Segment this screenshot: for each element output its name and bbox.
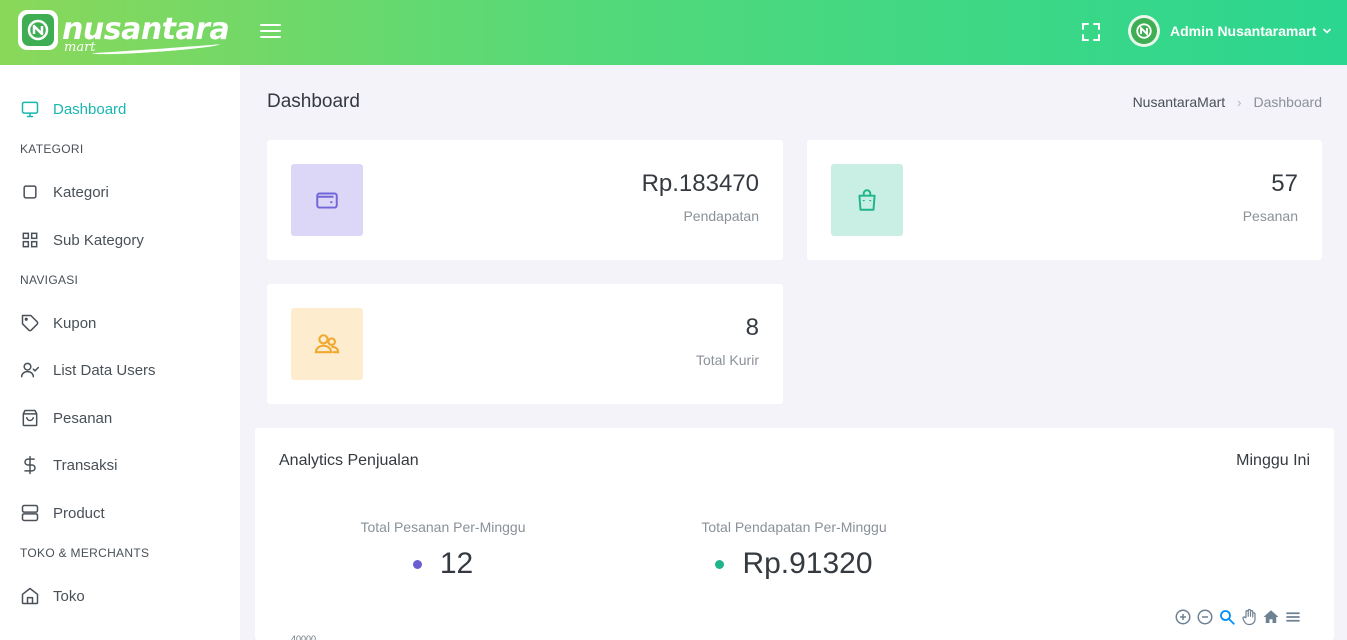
stat-label: Total Kurir bbox=[695, 352, 759, 368]
breadcrumb: NusantaraMart › Dashboard bbox=[1133, 94, 1322, 110]
brand-logo[interactable]: nusantara mart bbox=[18, 10, 230, 57]
stat-label: Pesanan bbox=[1242, 208, 1298, 224]
sidebar-item-dashboard[interactable]: Dashboard bbox=[20, 99, 126, 119]
home-icon bbox=[21, 587, 39, 605]
sidebar-item-transaksi[interactable]: Transaksi bbox=[20, 455, 117, 475]
stat-value: 8 bbox=[745, 314, 759, 341]
sidebar-section-toko: TOKO & MERCHANTS bbox=[20, 546, 150, 560]
y-axis-tick: 40000 bbox=[291, 634, 317, 640]
square-icon bbox=[23, 185, 37, 199]
metric-value: 12 bbox=[439, 547, 474, 580]
selection-zoom-icon[interactable] bbox=[1218, 608, 1236, 626]
top-header: nusantara mart Admin Nusantaramart bbox=[0, 0, 1347, 65]
sidebar-item-label: Kategori bbox=[53, 183, 109, 201]
sidebar-item-sub-kategory[interactable]: Sub Kategory bbox=[20, 230, 144, 250]
sidebar-item-label: Kupon bbox=[53, 314, 97, 332]
hamburger-icon bbox=[260, 24, 281, 26]
zoom-out-icon[interactable] bbox=[1196, 608, 1214, 626]
chevron-right-icon: › bbox=[1237, 94, 1242, 110]
period-dropdown[interactable]: Minggu Ini bbox=[1236, 452, 1310, 470]
tag-icon bbox=[21, 314, 39, 332]
sidebar: Dashboard KATEGORI Kategori Sub Kategory… bbox=[0, 65, 240, 640]
stat-value: 57 bbox=[1271, 170, 1298, 197]
users-icon bbox=[291, 308, 363, 380]
sidebar-item-label: Product bbox=[53, 504, 105, 522]
sidebar-item-label: Pesanan bbox=[53, 409, 113, 427]
metric-label: Total Pendapatan Per-Minggu bbox=[701, 519, 887, 535]
metric-total-pesanan: Total Pesanan Per-Minggu 12 bbox=[350, 519, 536, 581]
sidebar-item-toko[interactable]: Toko bbox=[20, 586, 85, 606]
brand-sub: mart bbox=[64, 40, 96, 55]
stat-card-kurir: 8 Total Kurir bbox=[267, 284, 783, 404]
chevron-down-icon bbox=[1323, 28, 1332, 34]
monitor-icon bbox=[21, 101, 39, 118]
sidebar-item-label: Sub Kategory bbox=[53, 231, 144, 249]
stat-card-pesanan: 57 Pesanan bbox=[807, 140, 1322, 260]
user-check-icon bbox=[20, 362, 40, 378]
sidebar-item-pesanan[interactable]: Pesanan bbox=[20, 408, 112, 428]
sidebar-item-list-data-users[interactable]: List Data Users bbox=[20, 360, 156, 380]
pan-hand-icon[interactable] bbox=[1240, 608, 1258, 626]
wallet-icon bbox=[291, 164, 363, 236]
metric-value: Rp.91320 bbox=[742, 547, 873, 580]
avatar bbox=[1128, 15, 1160, 47]
chart-toolbar bbox=[1170, 608, 1302, 626]
user-menu[interactable]: Admin Nusantaramart bbox=[1128, 15, 1332, 47]
sidebar-item-label: Dashboard bbox=[53, 100, 127, 118]
server-icon bbox=[21, 504, 39, 522]
breadcrumb-current: Dashboard bbox=[1253, 94, 1323, 110]
analytics-card: Analytics Penjualan Minggu Ini Total Pes… bbox=[255, 428, 1334, 640]
shopping-bag-icon bbox=[831, 164, 903, 236]
sidebar-item-label: Transaksi bbox=[53, 456, 118, 474]
logo-mark-icon bbox=[18, 10, 58, 50]
menu-toggle-button[interactable] bbox=[258, 20, 282, 44]
fullscreen-icon bbox=[1082, 23, 1100, 41]
stat-card-pendapatan: Rp.183470 Pendapatan bbox=[267, 140, 783, 260]
stat-value: Rp.183470 bbox=[641, 170, 759, 197]
sidebar-item-kategori[interactable]: Kategori bbox=[20, 182, 109, 202]
shopping-bag-icon bbox=[22, 409, 38, 427]
sidebar-item-kupon[interactable]: Kupon bbox=[20, 313, 96, 333]
sidebar-item-label: Toko bbox=[53, 587, 85, 605]
sidebar-section-kategori: KATEGORI bbox=[20, 142, 84, 156]
sidebar-section-navigasi: NAVIGASI bbox=[20, 273, 79, 287]
metric-total-pendapatan: Total Pendapatan Per-Minggu Rp.91320 bbox=[691, 519, 897, 581]
fullscreen-button[interactable] bbox=[1079, 20, 1103, 44]
page-title: Dashboard bbox=[267, 91, 360, 112]
legend-dot bbox=[412, 559, 422, 569]
analytics-title: Analytics Penjualan bbox=[279, 452, 419, 469]
reset-home-icon[interactable] bbox=[1262, 608, 1280, 626]
sidebar-item-label: List Data Users bbox=[53, 361, 156, 379]
user-name: Admin Nusantaramart bbox=[1170, 23, 1317, 39]
sidebar-item-product[interactable]: Product bbox=[20, 503, 105, 523]
grid-icon bbox=[22, 232, 38, 248]
metric-label: Total Pesanan Per-Minggu bbox=[360, 519, 526, 535]
legend-dot bbox=[715, 559, 725, 569]
stat-label: Pendapatan bbox=[683, 208, 759, 224]
dollar-icon bbox=[24, 455, 36, 475]
menu-icon[interactable] bbox=[1284, 608, 1302, 626]
zoom-in-icon[interactable] bbox=[1174, 608, 1192, 626]
breadcrumb-home-link[interactable]: NusantaraMart bbox=[1133, 94, 1226, 110]
